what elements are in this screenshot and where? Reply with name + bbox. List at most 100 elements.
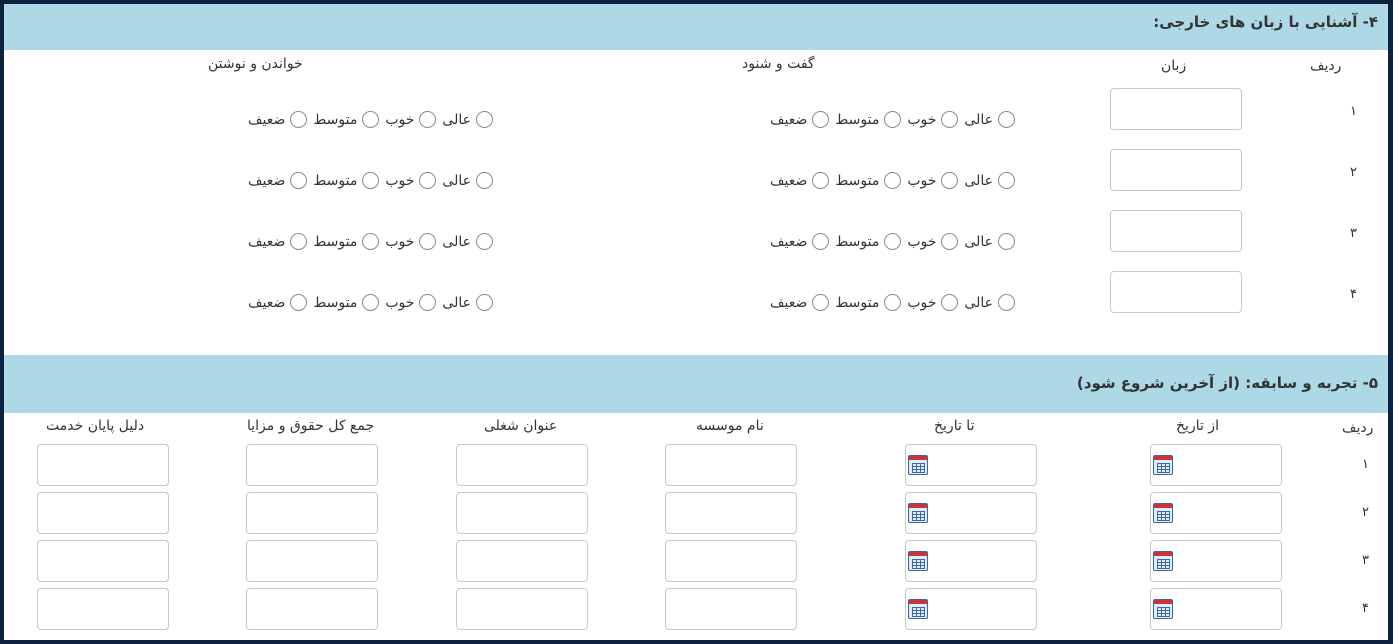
- radio-circle[interactable]: [812, 172, 830, 189]
- radio-excellent[interactable]: عالی: [964, 111, 1015, 128]
- calendar-icon[interactable]: [1153, 551, 1173, 571]
- calendar-icon[interactable]: [908, 455, 928, 475]
- radio-average[interactable]: متوسط: [835, 294, 902, 311]
- salary-input[interactable]: [246, 588, 378, 630]
- radio-excellent[interactable]: عالی: [442, 233, 493, 250]
- radio-circle[interactable]: [812, 233, 830, 250]
- radio-weak[interactable]: ضعیف: [248, 172, 308, 189]
- radio-excellent[interactable]: عالی: [964, 233, 1015, 250]
- radio-circle[interactable]: [884, 172, 902, 189]
- radio-circle[interactable]: [362, 172, 380, 189]
- calendar-icon[interactable]: [1153, 503, 1173, 523]
- salary-input[interactable]: [246, 492, 378, 534]
- radio-excellent[interactable]: عالی: [442, 111, 493, 128]
- radio-circle[interactable]: [290, 111, 308, 128]
- radio-weak[interactable]: ضعیف: [248, 294, 308, 311]
- radio-circle[interactable]: [997, 233, 1015, 250]
- language-row-number: ۴: [1350, 287, 1357, 302]
- salary-input[interactable]: [246, 444, 378, 486]
- radio-weak[interactable]: ضعیف: [770, 294, 830, 311]
- language-input[interactable]: [1110, 149, 1242, 191]
- job-title-input[interactable]: [456, 492, 588, 534]
- radio-circle[interactable]: [362, 111, 380, 128]
- radio-average[interactable]: متوسط: [313, 233, 380, 250]
- radio-good[interactable]: خوب: [907, 111, 959, 128]
- radio-excellent[interactable]: عالی: [964, 172, 1015, 189]
- radio-good[interactable]: خوب: [385, 111, 437, 128]
- radio-weak[interactable]: ضعیف: [248, 233, 308, 250]
- radio-circle[interactable]: [475, 111, 493, 128]
- radio-circle[interactable]: [419, 294, 437, 311]
- radio-average[interactable]: متوسط: [835, 233, 902, 250]
- radio-circle[interactable]: [812, 294, 830, 311]
- radio-circle[interactable]: [419, 111, 437, 128]
- institution-input[interactable]: [665, 444, 797, 486]
- radio-circle[interactable]: [475, 294, 493, 311]
- radio-circle[interactable]: [997, 111, 1015, 128]
- radio-circle[interactable]: [362, 233, 380, 250]
- radio-circle[interactable]: [941, 233, 959, 250]
- calendar-icon[interactable]: [1153, 455, 1173, 475]
- radio-circle[interactable]: [419, 172, 437, 189]
- header-institution: نام موسسه: [696, 418, 764, 434]
- radio-circle[interactable]: [290, 172, 308, 189]
- radio-good[interactable]: خوب: [385, 294, 437, 311]
- language-input[interactable]: [1110, 210, 1242, 252]
- job-title-input[interactable]: [456, 444, 588, 486]
- language-input[interactable]: [1110, 88, 1242, 130]
- radio-average[interactable]: متوسط: [835, 172, 902, 189]
- institution-input[interactable]: [665, 540, 797, 582]
- header-from-date: از تاریخ: [1176, 418, 1219, 434]
- calendar-icon[interactable]: [908, 503, 928, 523]
- radio-weak[interactable]: ضعیف: [770, 111, 830, 128]
- radio-weak[interactable]: ضعیف: [770, 233, 830, 250]
- salary-input[interactable]: [246, 540, 378, 582]
- end-reason-input[interactable]: [37, 492, 169, 534]
- radio-circle[interactable]: [475, 233, 493, 250]
- radio-circle[interactable]: [997, 172, 1015, 189]
- radio-average[interactable]: متوسط: [313, 111, 380, 128]
- radio-weak[interactable]: ضعیف: [248, 111, 308, 128]
- radio-excellent[interactable]: عالی: [442, 294, 493, 311]
- header-row: ردیف: [1342, 420, 1374, 436]
- radio-good[interactable]: خوب: [907, 294, 959, 311]
- job-title-input[interactable]: [456, 588, 588, 630]
- radio-circle[interactable]: [475, 172, 493, 189]
- institution-input[interactable]: [665, 492, 797, 534]
- radio-circle[interactable]: [419, 233, 437, 250]
- section-title-languages: ۴- آشنایی با زبان های خارجی:: [4, 4, 1388, 50]
- end-reason-input[interactable]: [37, 444, 169, 486]
- radio-average[interactable]: متوسط: [313, 294, 380, 311]
- language-input[interactable]: [1110, 271, 1242, 313]
- calendar-icon[interactable]: [908, 551, 928, 571]
- radio-circle[interactable]: [941, 111, 959, 128]
- radio-good[interactable]: خوب: [907, 233, 959, 250]
- radio-circle[interactable]: [812, 111, 830, 128]
- experience-row-number: ۱: [1362, 457, 1369, 472]
- radio-weak[interactable]: ضعیف: [770, 172, 830, 189]
- radio-good[interactable]: خوب: [385, 172, 437, 189]
- calendar-icon[interactable]: [1153, 599, 1173, 619]
- radio-circle[interactable]: [997, 294, 1015, 311]
- radio-circle[interactable]: [290, 233, 308, 250]
- radio-circle[interactable]: [362, 294, 380, 311]
- experience-row-number: ۲: [1362, 505, 1369, 520]
- radio-circle[interactable]: [941, 172, 959, 189]
- radio-excellent[interactable]: عالی: [964, 294, 1015, 311]
- radio-circle[interactable]: [290, 294, 308, 311]
- radio-average[interactable]: متوسط: [313, 172, 380, 189]
- end-reason-input[interactable]: [37, 540, 169, 582]
- calendar-icon[interactable]: [908, 599, 928, 619]
- radio-good[interactable]: خوب: [385, 233, 437, 250]
- radio-good[interactable]: خوب: [907, 172, 959, 189]
- job-title-input[interactable]: [456, 540, 588, 582]
- radio-excellent[interactable]: عالی: [442, 172, 493, 189]
- end-reason-input[interactable]: [37, 588, 169, 630]
- institution-input[interactable]: [665, 588, 797, 630]
- radio-circle[interactable]: [884, 233, 902, 250]
- language-row-number: ۱: [1350, 104, 1357, 119]
- radio-average[interactable]: متوسط: [835, 111, 902, 128]
- radio-circle[interactable]: [884, 294, 902, 311]
- radio-circle[interactable]: [941, 294, 959, 311]
- radio-circle[interactable]: [884, 111, 902, 128]
